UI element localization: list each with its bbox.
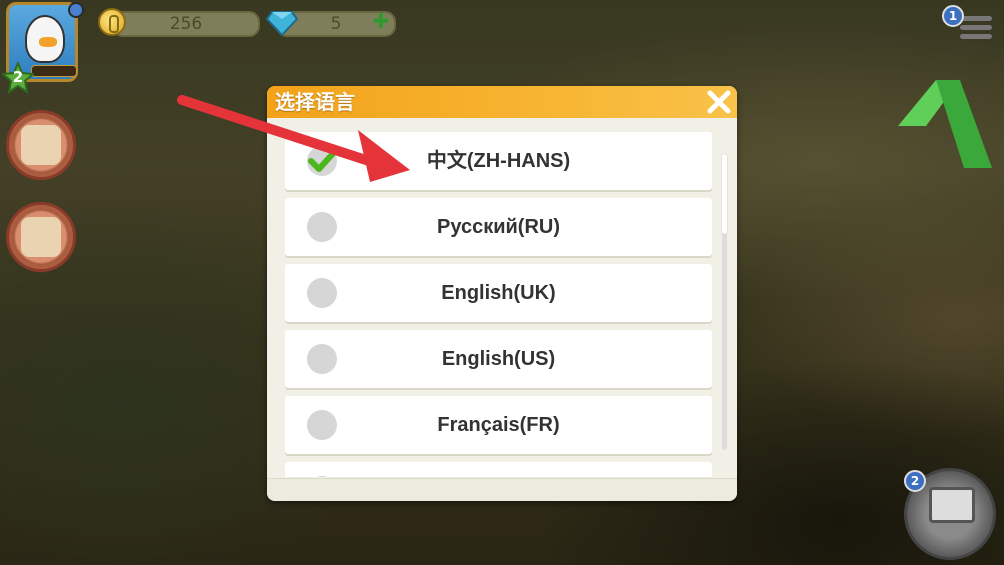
menu-notification-badge: 1 (942, 5, 964, 27)
language-label: Français(FR) (437, 414, 560, 436)
coffee-cup-icon (21, 125, 61, 165)
level-number: 2 (12, 68, 24, 86)
food-menu-button[interactable] (6, 110, 76, 180)
language-option-en-us[interactable]: English(US) (285, 330, 712, 388)
dialog-header: 选择语言 (267, 86, 737, 118)
language-label: English(UK) (441, 282, 556, 304)
list-scrollbar[interactable] (722, 154, 727, 450)
level-star-badge: 2 (0, 60, 36, 95)
green-a-logo-icon (898, 80, 992, 168)
penguin-beak (39, 37, 57, 47)
gem-count: 5 (330, 14, 342, 34)
coin-count: 256 (169, 14, 203, 34)
register-notification-badge: 2 (904, 470, 926, 492)
language-option-ru[interactable]: Русский(RU) (285, 198, 712, 256)
xp-bar (31, 65, 77, 77)
avatar-notification-dot (68, 2, 84, 18)
language-dialog: 选择语言 中文(ZH-HANS) Русский(RU) English(UK)… (267, 86, 737, 501)
close-button[interactable] (705, 88, 733, 116)
dialog-footer (267, 478, 737, 501)
id-card-pencil-icon (21, 217, 61, 257)
add-gems-plus-icon[interactable]: ✚ (372, 11, 390, 31)
coin-counter: 256 (112, 11, 260, 37)
scrollbar-thumb[interactable] (722, 154, 727, 234)
edit-profile-button[interactable] (6, 202, 76, 272)
language-label: 中文(ZH-HANS) (426, 150, 571, 172)
language-option-partial[interactable] (285, 462, 712, 477)
language-option-fr[interactable]: Français(FR) (285, 396, 712, 454)
language-list[interactable]: 中文(ZH-HANS) Русский(RU) English(UK) Engl… (285, 132, 712, 477)
language-label: English(US) (441, 348, 556, 370)
coin-icon (98, 8, 126, 36)
radio-unselected (307, 476, 337, 477)
language-option-zh-hans[interactable]: 中文(ZH-HANS) (285, 132, 712, 190)
close-icon (707, 90, 731, 114)
gem-icon (266, 11, 298, 36)
register-screen (929, 487, 975, 523)
dialog-title: 选择语言 (275, 90, 355, 114)
language-label: Русский(RU) (436, 216, 561, 238)
language-option-en-uk[interactable]: English(UK) (285, 264, 712, 322)
